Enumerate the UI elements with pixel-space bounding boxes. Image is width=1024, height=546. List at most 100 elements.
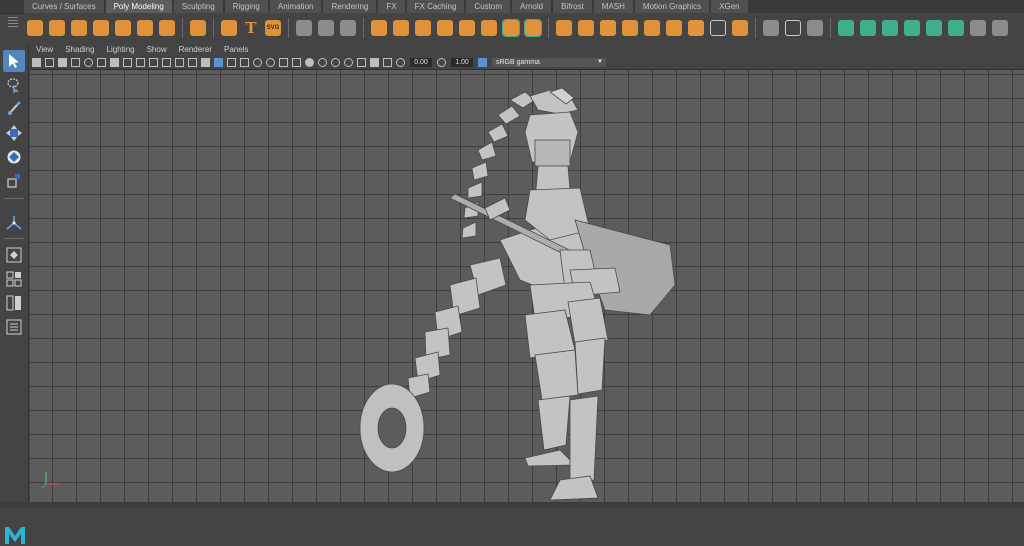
xray-active-icon[interactable] (370, 58, 379, 67)
panel-menu-view[interactable]: View (30, 44, 59, 56)
textured-icon[interactable] (240, 58, 249, 67)
shelf-tab-sculpting[interactable]: Sculpting (173, 0, 223, 13)
lasso-tool-icon[interactable] (3, 74, 25, 96)
scale-tool-icon[interactable] (3, 170, 25, 192)
cut-uv-icon[interactable] (970, 19, 986, 36)
camera-attributes-icon[interactable] (45, 58, 54, 67)
poly-cone-icon[interactable] (93, 19, 109, 36)
planar-map-icon[interactable] (860, 19, 876, 36)
extrude-icon[interactable] (481, 19, 497, 36)
shelf-tab-arnold[interactable]: Arnold (511, 0, 552, 13)
shelf-tab-bifrost[interactable]: Bifrost (553, 0, 592, 13)
duplicate-face-icon[interactable] (622, 19, 638, 36)
panel-menu-show[interactable]: Show (141, 44, 173, 56)
type-tool-icon[interactable]: T (243, 19, 259, 37)
rotate-tool-icon[interactable] (3, 146, 25, 168)
separate-icon[interactable] (340, 19, 356, 36)
gate-mask-icon[interactable] (149, 58, 158, 67)
fill-hole-icon[interactable] (556, 19, 572, 36)
shelf-handle-icon[interactable] (2, 0, 24, 44)
delete-edge-icon[interactable] (710, 19, 726, 36)
multisample-aa-icon[interactable] (331, 58, 340, 67)
motion-blur-icon[interactable] (318, 58, 327, 67)
gamma-icon[interactable] (437, 58, 446, 67)
image-plane-icon[interactable] (71, 58, 80, 67)
grease-pencil-icon[interactable] (97, 58, 106, 67)
shelf-tab-poly-modeling[interactable]: Poly Modeling (105, 0, 172, 13)
chip-off-icon[interactable] (644, 19, 660, 36)
shelf-tab-curves-surfaces[interactable]: Curves / Surfaces (24, 0, 104, 13)
shelf-tab-rigging[interactable]: Rigging (224, 0, 268, 13)
smooth-icon[interactable] (371, 19, 387, 36)
panel-menu-renderer[interactable]: Renderer (173, 44, 218, 56)
2d-pan-zoom-icon[interactable] (84, 58, 93, 67)
axis-orientation-icon[interactable] (3, 212, 25, 234)
use-all-lights-icon[interactable] (253, 58, 262, 67)
shield-ring[interactable] (359, 383, 425, 473)
target-weld-icon[interactable] (732, 19, 748, 36)
xray-joints-icon[interactable] (292, 58, 301, 67)
shelf-tab-motion-graphics[interactable]: Motion Graphics (634, 0, 710, 13)
sew-uv-icon[interactable] (992, 19, 1008, 36)
collapse-icon[interactable] (688, 19, 704, 36)
poly-sphere-icon[interactable] (27, 19, 43, 36)
depth-of-field-icon[interactable] (344, 58, 353, 67)
multicut-icon[interactable] (763, 19, 779, 36)
exposure-field[interactable]: 0.00 (410, 58, 432, 67)
xray-icon[interactable] (279, 58, 288, 67)
view-transform-select[interactable]: sRGB gamma ▼ (492, 58, 606, 67)
poly-cylinder-icon[interactable] (71, 19, 87, 36)
color-management-icon[interactable] (478, 58, 487, 67)
outliner-layout-icon[interactable] (3, 316, 25, 338)
wireframe-on-shaded-icon[interactable] (227, 58, 236, 67)
two-pane-icon[interactable] (3, 292, 25, 314)
cylindrical-map-icon[interactable] (882, 19, 898, 36)
poly-torus-icon[interactable] (115, 19, 131, 36)
poly-disc-icon[interactable] (159, 19, 175, 36)
safe-title-icon[interactable] (188, 58, 197, 67)
isolate-select-icon[interactable] (357, 58, 366, 67)
single-pane-icon[interactable] (3, 244, 25, 266)
shadows-icon[interactable] (266, 58, 275, 67)
hud-toggle-icon[interactable] (383, 58, 392, 67)
resolution-gate-icon[interactable] (136, 58, 145, 67)
shelf-tab-custom[interactable]: Custom (466, 0, 510, 13)
layout-uvs-icon[interactable] (948, 19, 964, 36)
svg-tool-icon[interactable]: SVG (265, 19, 281, 36)
insert-edge-loop-icon[interactable] (785, 19, 801, 36)
field-chart-icon[interactable] (162, 58, 171, 67)
wireframe-icon[interactable] (201, 58, 210, 67)
move-tool-icon[interactable] (3, 122, 25, 144)
bookmarks-icon[interactable] (58, 58, 67, 67)
paint-select-icon[interactable] (3, 98, 25, 120)
film-gate-icon[interactable] (123, 58, 132, 67)
panel-menu-shading[interactable]: Shading (59, 44, 100, 56)
grid-toggle-icon[interactable] (110, 58, 119, 67)
booleans-icon[interactable] (415, 19, 431, 36)
shelf-tab-mash[interactable]: MASH (593, 0, 633, 13)
merge-icon[interactable] (666, 19, 682, 36)
poly-cube-icon[interactable] (49, 19, 65, 36)
poke-icon[interactable] (600, 19, 616, 36)
platonic-solid-icon[interactable] (190, 19, 206, 36)
super-shape-icon[interactable] (221, 19, 237, 36)
select-camera-icon[interactable] (32, 58, 41, 67)
select-tool-icon[interactable] (3, 50, 25, 72)
shelf-tab-rendering[interactable]: Rendering (323, 0, 377, 13)
gamma-field[interactable]: 1.00 (451, 58, 473, 67)
ambient-occlusion-icon[interactable] (305, 58, 314, 67)
sweep-mesh-icon[interactable] (296, 19, 312, 36)
unfold-icon[interactable] (926, 19, 942, 36)
extract-icon[interactable] (393, 19, 409, 36)
mirror-icon[interactable] (437, 19, 453, 36)
wedge-icon[interactable] (578, 19, 594, 36)
character-model[interactable] (30, 70, 1024, 502)
shelf-tab-xgen[interactable]: XGen (711, 0, 748, 13)
four-pane-icon[interactable] (3, 268, 25, 290)
exposure-icon[interactable] (396, 58, 405, 67)
shelf-tab-fx[interactable]: FX (378, 0, 405, 13)
bevel-icon[interactable] (459, 19, 475, 36)
automatic-map-icon[interactable] (904, 19, 920, 36)
append-icon[interactable] (524, 18, 542, 37)
panel-menu-lighting[interactable]: Lighting (101, 44, 141, 56)
